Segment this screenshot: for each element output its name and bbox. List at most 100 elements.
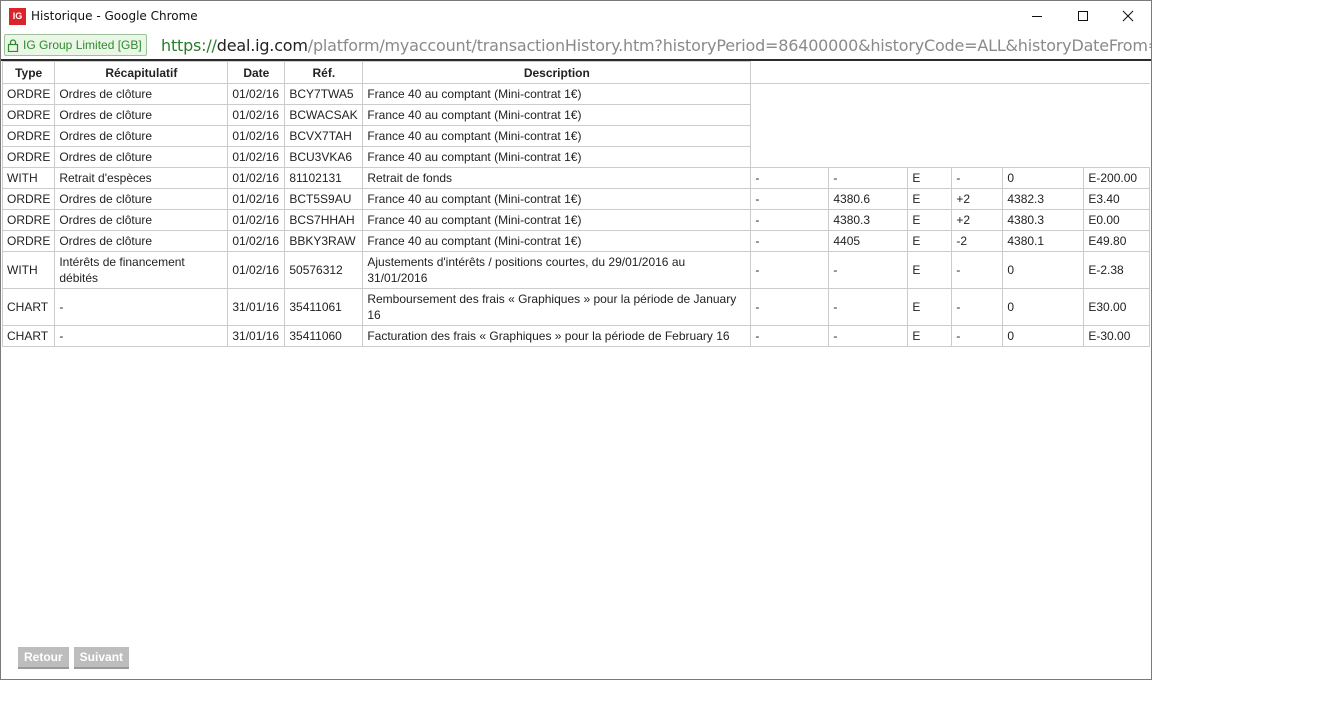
table-cell: Retrait d'espèces [54, 167, 229, 189]
table-cell: E [907, 230, 953, 252]
column-header-type[interactable]: Type [1, 61, 56, 84]
ig-app-icon: IG [9, 8, 26, 25]
minimize-button[interactable] [1014, 1, 1060, 31]
table-cell: 4380.3 [1002, 209, 1085, 231]
table-row: ORDRE Ordres de clôture 01/02/16 BCY7TWA5 Fr… [1, 83, 1150, 105]
table-cell: 01/02/16 [227, 146, 286, 168]
empty-cell [907, 104, 952, 126]
next-button[interactable]: Suivant [73, 647, 130, 669]
table-cell: - [951, 288, 1004, 326]
table-cell: E [907, 209, 953, 231]
url-scheme: https:// [161, 36, 217, 55]
minimize-icon [1032, 16, 1042, 17]
table-cell: - [828, 288, 909, 326]
maximize-button[interactable] [1060, 1, 1106, 31]
table-cell: - [750, 288, 830, 326]
table-cell: 35411061 [284, 288, 364, 326]
empty-cell [750, 125, 829, 147]
table-cell: E3.40 [1083, 188, 1151, 210]
table-cell: E [907, 325, 953, 347]
table-cell: 01/02/16 [227, 167, 286, 189]
empty-cell [1002, 146, 1084, 168]
table-cell: BBKY3RAW [284, 230, 364, 252]
table-cell: France 40 au comptant (Mini-contrat 1€) [362, 188, 752, 210]
table-cell: 01/02/16 [227, 104, 286, 126]
table-cell: Intérêts de financement débités [54, 251, 229, 289]
empty-cell [1002, 125, 1084, 147]
table-cell: France 40 au comptant (Mini-contrat 1€) [362, 104, 752, 126]
table-cell: France 40 au comptant (Mini-contrat 1€) [362, 83, 752, 105]
table-cell: E [907, 167, 953, 189]
table-cell: 31/01/16 [227, 288, 286, 326]
address-bar[interactable]: IG Group Limited [GB] https://deal.ig.co… [1, 31, 1151, 61]
table-row: ORDRE Ordres de clôture 01/02/16 BCT5S9AU Fr… [1, 188, 1151, 210]
column-header-date[interactable]: Date [227, 61, 286, 84]
table-row: ORDRE Ordres de clôture 01/02/16 BCVX7TAH Fr… [1, 125, 1150, 147]
column-header-ref[interactable]: Réf. [284, 61, 364, 84]
pagination: Retour Suivant [18, 647, 130, 669]
table-cell: E-2.38 [1083, 251, 1151, 289]
empty-cell [907, 146, 952, 168]
secure-site-label: IG Group Limited [GB] [23, 38, 142, 52]
table-cell: BCWACSAK [284, 104, 364, 126]
table-cell: WITH [1, 251, 56, 289]
column-header-description[interactable]: Description [362, 61, 752, 84]
table-row: CHART -31/01/16 35411061 Remboursement des … [1, 288, 1151, 326]
table-cell: E [907, 288, 953, 326]
table-cell: Ordres de clôture [54, 209, 229, 231]
table-cell: 01/02/16 [227, 251, 286, 289]
table-cell: 0 [1002, 325, 1085, 347]
table-cell: E [907, 188, 953, 210]
table-header-row: Type Récapitulatif Date Réf. Description [1, 61, 1150, 84]
table-cell: 4405 [828, 230, 909, 252]
table-cell: -2 [951, 230, 1004, 252]
table-cell: - [750, 209, 830, 231]
back-button[interactable]: Retour [18, 647, 69, 669]
table-cell: France 40 au comptant (Mini-contrat 1€) [362, 125, 752, 147]
table-cell: 01/02/16 [227, 125, 286, 147]
close-button[interactable] [1105, 1, 1151, 31]
table-cell: Ordres de clôture [54, 188, 229, 210]
browser-window: IG Historique - Google Chrome IG Group L… [0, 0, 1152, 680]
table-row: CHART -31/01/16 35411060 Facturation des fr… [1, 325, 1151, 347]
table-cell: +2 [951, 209, 1004, 231]
empty-cell [1083, 125, 1150, 147]
table-cell: Ordres de clôture [54, 230, 229, 252]
secure-site-badge[interactable]: IG Group Limited [GB] [4, 34, 147, 56]
table-row: WITH Retrait d'espèces 01/02/16 81102131 Ret… [1, 167, 1151, 189]
table-cell: ORDRE [1, 104, 56, 126]
table-cell: Remboursement des frais « Graphiques » p… [362, 288, 752, 326]
empty-cell [1002, 83, 1084, 105]
table-cell: - [951, 325, 1004, 347]
empty-cell [951, 104, 1003, 126]
empty-cell [828, 104, 908, 126]
table-cell: 0 [1002, 167, 1085, 189]
column-header-extra [828, 61, 908, 84]
table-cell: 81102131 [284, 167, 364, 189]
table-cell: France 40 au comptant (Mini-contrat 1€) [362, 146, 752, 168]
table-cell: - [750, 188, 830, 210]
empty-cell [750, 83, 829, 105]
table-cell: CHART [1, 325, 56, 347]
table-cell: - [750, 230, 830, 252]
url-host: deal.ig.com [216, 36, 308, 55]
column-header-extra [1002, 61, 1084, 84]
table-cell: - [750, 251, 830, 289]
table-cell: Ordres de clôture [54, 104, 229, 126]
table-cell: Retrait de fonds [362, 167, 752, 189]
table-cell: E30.00 [1083, 288, 1151, 326]
table-cell: Facturation des frais « Graphiques » pou… [362, 325, 752, 347]
table-row: ORDRE Ordres de clôture 01/02/16 BCS7HHAH Fr… [1, 209, 1151, 231]
empty-cell [1083, 146, 1150, 168]
maximize-icon [1078, 11, 1088, 21]
table-cell: 01/02/16 [227, 209, 286, 231]
empty-cell [828, 83, 908, 105]
table-cell: E-200.00 [1083, 167, 1151, 189]
table-cell: E-30.00 [1083, 325, 1151, 347]
empty-cell [750, 146, 829, 168]
url-text[interactable]: https://deal.ig.com/platform/myaccount/t… [161, 36, 1151, 55]
table-cell: 01/02/16 [227, 230, 286, 252]
column-header-recapitulatif[interactable]: Récapitulatif [54, 61, 229, 84]
transaction-history-table: Type Récapitulatif Date Réf. Description… [1, 61, 1151, 347]
empty-cell [951, 83, 1003, 105]
